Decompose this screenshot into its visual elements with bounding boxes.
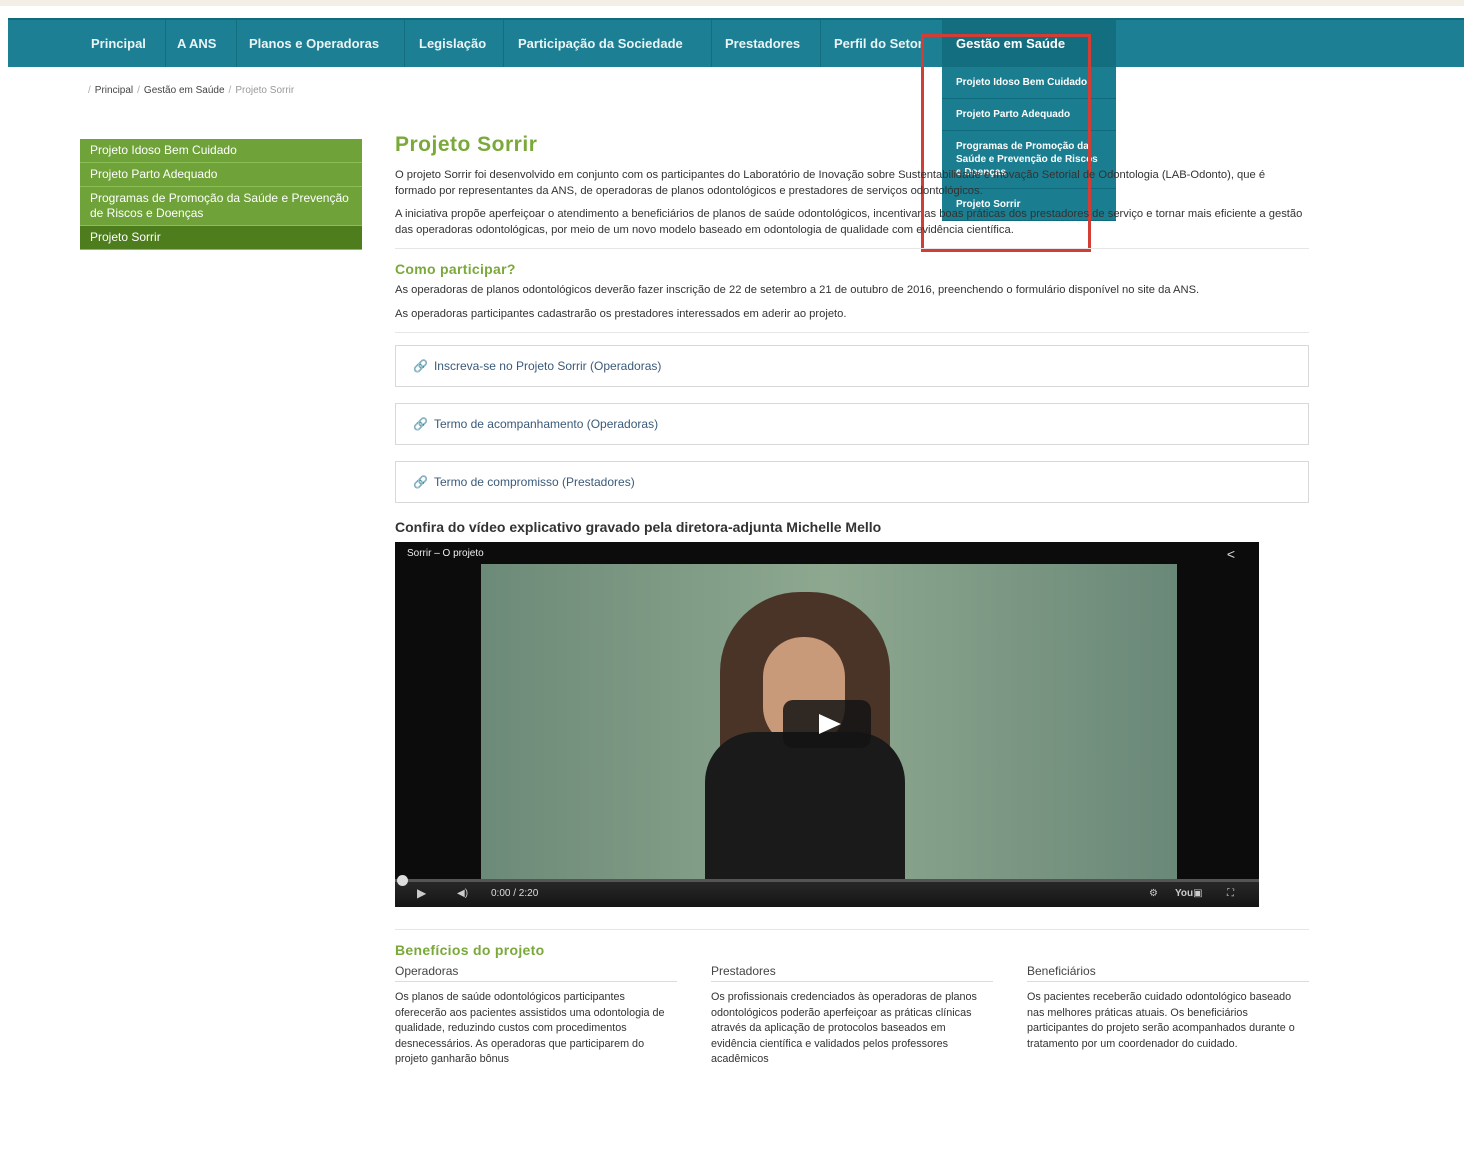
benefit-heading: Prestadores [711,964,993,982]
nav-separator [503,20,504,67]
section-divider [395,332,1309,333]
breadcrumb-link-gestao-saude[interactable]: Gestão em Saúde [144,85,225,96]
breadcrumb-current: Projeto Sorrir [235,85,295,96]
nav-separator [711,20,712,67]
breadcrumb-link-principal[interactable]: Principal [95,85,133,96]
nav-separator [165,20,166,67]
video-frame-person-body [705,732,905,882]
nav-item-legislacao[interactable]: Legislação [419,20,486,67]
sidebar-item-programas-promocao[interactable]: Programas de Promoção da Saúde e Prevenç… [80,187,362,226]
sidebar-menu: Projeto Idoso Bem Cuidado Projeto Parto … [80,139,362,250]
main-content: Projeto Sorrir O projeto Sorrir foi dese… [395,133,1309,1068]
section-divider [395,929,1309,930]
fullscreen-icon[interactable]: ⛶ [1227,888,1234,899]
breadcrumb-separator: / [88,85,91,96]
breadcrumb-separator: / [228,85,232,96]
play-button[interactable] [783,700,871,748]
intro-paragraph-2: A iniciativa propõe aperfeiçoar o atendi… [395,208,1303,236]
progress-scrubber[interactable] [397,875,408,886]
benefit-text: Os pacientes receberão cuidado odontológ… [1027,991,1295,1050]
nav-item-principal[interactable]: Principal [91,20,146,67]
link-termo-compromisso[interactable]: 🔗 Termo de compromisso (Prestadores) [395,461,1309,503]
video-title[interactable]: Sorrir – O projeto [407,548,484,559]
sidebar-item-parto-adequado[interactable]: Projeto Parto Adequado [80,163,362,187]
benefits-heading: Benefícios do projeto [395,942,545,958]
benefit-column-operadoras: Operadoras Os planos de saúde odontológi… [395,964,677,1068]
breadcrumb: / Principal / Gestão em Saúde / Projeto Sorri… [84,85,294,96]
nav-item-prestadores[interactable]: Prestadores [725,20,800,67]
sidebar-item-idoso-bem-cuidado[interactable]: Projeto Idoso Bem Cuidado [80,139,362,163]
link-label: Termo de acompanhamento (Operadoras) [433,417,659,431]
paperclip-icon: 🔗 [413,359,428,373]
settings-icon[interactable]: ⚙ [1149,888,1158,899]
link-label: Inscreva-se no Projeto Sorrir (Operadora… [433,359,662,373]
benefits-columns: Operadoras Os planos de saúde odontológi… [395,964,1309,1068]
link-inscricao-operadoras[interactable]: 🔗 Inscreva-se no Projeto Sorrir (Operador… [395,345,1309,387]
volume-icon[interactable]: ◀) [457,888,468,899]
video-time: 0:00 / 2:20 [491,888,539,899]
nav-separator [404,20,405,67]
share-icon[interactable]: < [1227,546,1235,562]
nav-separator [820,20,821,67]
nav-item-planos-operadoras[interactable]: Planos e Operadoras [249,20,379,67]
link-termo-acompanhamento[interactable]: 🔗 Termo de acompanhamento (Operadoras) [395,403,1309,445]
section-divider [395,248,1309,249]
page-title: Projeto Sorrir [395,133,538,156]
paperclip-icon: 🔗 [413,475,428,489]
top-strip [0,0,1464,6]
benefit-heading: Operadoras [395,964,677,982]
intro-paragraph-1: O projeto Sorrir foi desenvolvido em con… [395,169,1266,197]
video-player[interactable]: Sorrir – O projeto < ▶ ◀) 0:00 / 2:20 ⚙ … [395,542,1259,907]
link-label: Termo de compromisso (Prestadores) [433,475,635,489]
video-progress-bar[interactable] [395,875,1259,886]
benefit-heading: Beneficiários [1027,964,1309,982]
nav-item-a-ans[interactable]: A ANS [177,20,216,67]
benefit-column-prestadores: Prestadores Os profissionais credenciado… [711,964,993,1068]
how-to-participate-heading: Como participar? [395,261,516,277]
benefit-text: Os profissionais credenciados às operado… [711,991,977,1065]
benefit-text: Os planos de saúde odontológicos partici… [395,991,665,1065]
main-navbar: Principal A ANS Planos e Operadoras Legi… [8,18,1464,67]
nav-item-perfil-setor[interactable]: Perfil do Setor [834,20,923,67]
how-paragraph-2: As operadoras participantes cadastrarão … [395,307,847,320]
benefits-section: Benefícios do projeto Operadoras Os plan… [395,942,1309,1068]
video-caption: Confira do vídeo explicativo gravado pel… [395,519,882,535]
nav-separator [236,20,237,67]
how-paragraph-1: As operadoras de planos odontológicos de… [395,284,1200,296]
nav-item-participacao-sociedade[interactable]: Participação da Sociedade [518,20,683,67]
video-controls: ▶ ◀) 0:00 / 2:20 ⚙ You▣ ⛶ [395,875,1259,907]
breadcrumb-separator: / [137,85,140,96]
benefit-column-beneficiarios: Beneficiários Os pacientes receberão cui… [1027,964,1309,1068]
paperclip-icon: 🔗 [413,417,428,431]
sidebar-item-projeto-sorrir[interactable]: Projeto Sorrir [80,226,362,250]
youtube-logo-icon[interactable]: You▣ [1175,888,1203,899]
play-icon[interactable]: ▶ [417,886,426,900]
